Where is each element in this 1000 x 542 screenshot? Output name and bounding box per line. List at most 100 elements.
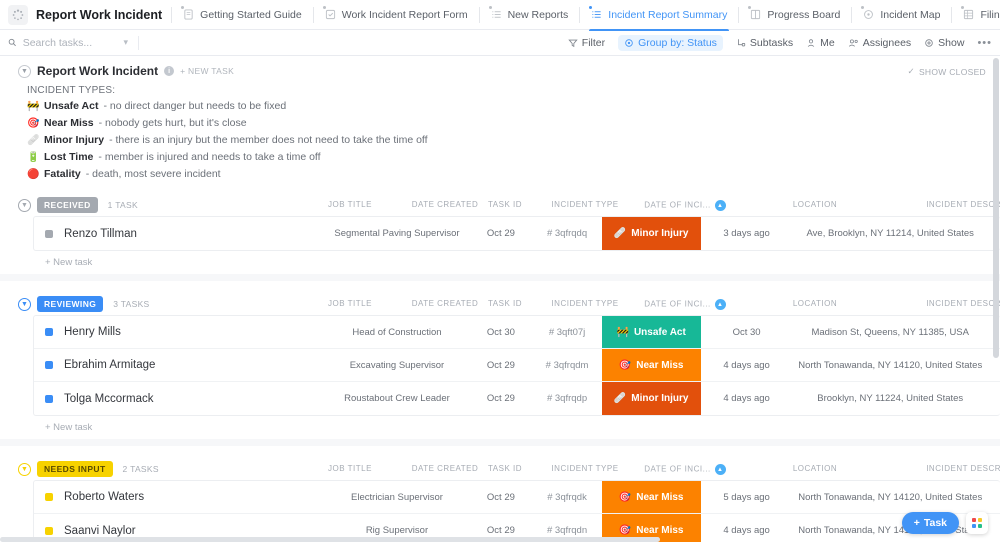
- location-cell[interactable]: North Tonawanda, NY 14120, United States: [792, 349, 988, 381]
- incident-type-cell[interactable]: 🎯 Near Miss: [601, 349, 701, 381]
- incident-type-badge[interactable]: 🎯 Near Miss: [601, 481, 701, 513]
- table-row[interactable]: Renzo Tillman Segmental Paving Supervisor…: [34, 217, 1000, 250]
- tab-getting-started-guide[interactable]: Getting Started Guide: [181, 0, 304, 30]
- location-cell[interactable]: North Tonawanda, NY 14120, United States: [792, 481, 988, 513]
- more-options-button[interactable]: •••: [977, 37, 992, 49]
- show-closed-toggle[interactable]: ✓ SHOW CLOSED: [908, 66, 987, 77]
- incident-type-badge[interactable]: 🚧 Unsafe Act: [601, 316, 701, 348]
- new-task-button[interactable]: + NEW TASK: [180, 66, 234, 76]
- date-created-cell[interactable]: Oct 29: [469, 217, 532, 250]
- task-id-cell[interactable]: # 3qfrqdm: [533, 349, 602, 381]
- table-row[interactable]: Henry Mills Head of Construction Oct 30 # 3…: [34, 316, 1000, 349]
- job-title-cell[interactable]: Excavating Supervisor: [325, 349, 470, 381]
- task-name-cell[interactable]: Tolga Mccormack: [34, 382, 325, 415]
- status-indicator[interactable]: [45, 526, 53, 535]
- task-id-cell[interactable]: # 3qfrqdk: [533, 481, 602, 513]
- task-id-cell[interactable]: # 3qfrqdq: [533, 217, 602, 250]
- column-header-date-of-incident[interactable]: DATE OF INCI... ▲: [630, 200, 740, 211]
- table-row[interactable]: Tolga Mccormack Roustabout Crew Leader Oct…: [34, 382, 1000, 415]
- job-title-cell[interactable]: Roustabout Crew Leader: [325, 382, 470, 415]
- group-by-status-button[interactable]: Group by: Status: [618, 34, 723, 51]
- location-cell[interactable]: Brooklyn, NY 11224, United States: [792, 382, 988, 415]
- incident-type-cell[interactable]: 🎯 Near Miss: [601, 481, 701, 513]
- table-row[interactable]: Ebrahim Armitage Excavating Supervisor Oct…: [34, 349, 1000, 382]
- status-indicator[interactable]: [45, 394, 53, 403]
- tab-incident-map[interactable]: Incident Map: [861, 0, 942, 30]
- column-header-location[interactable]: LOCATION: [725, 464, 905, 473]
- new-task-row[interactable]: + New task: [0, 251, 1000, 268]
- location-cell[interactable]: Madison St, Queens, NY 11385, USA: [792, 316, 988, 348]
- show-button[interactable]: Show: [924, 37, 964, 49]
- search-input[interactable]: [22, 36, 118, 49]
- job-title-cell[interactable]: Electrician Supervisor: [325, 481, 470, 513]
- group-collapse-icon[interactable]: ▼: [18, 198, 31, 212]
- date-of-incident-cell[interactable]: 3 days ago: [701, 217, 793, 250]
- task-name-cell[interactable]: Henry Mills: [34, 316, 325, 348]
- group-status-badge[interactable]: REVIEWING: [37, 296, 104, 312]
- scrollbar-thumb[interactable]: [0, 537, 660, 542]
- date-of-incident-cell[interactable]: 4 days ago: [701, 382, 793, 415]
- date-of-incident-cell[interactable]: 4 days ago: [701, 349, 793, 381]
- column-header-date-of-incident[interactable]: DATE OF INCI... ▲: [630, 299, 740, 310]
- incident-type-badge[interactable]: 🩹 Minor Injury: [601, 382, 701, 415]
- vertical-scrollbar[interactable]: [993, 56, 999, 542]
- incident-type-cell[interactable]: 🩹 Minor Injury: [601, 217, 701, 250]
- column-header-incident-description[interactable]: INCIDENT DESCRI: [905, 299, 1000, 308]
- job-title-cell[interactable]: Head of Construction: [325, 316, 470, 348]
- column-header-incident-type[interactable]: INCIDENT TYPE: [530, 200, 640, 209]
- date-created-cell[interactable]: Oct 29: [469, 481, 532, 513]
- task-group: ▼ RECEIVED 1 TASK JOB TITLE DATE CREATED TASK…: [0, 194, 1000, 268]
- status-indicator[interactable]: [45, 493, 53, 501]
- filter-button[interactable]: Filter: [568, 37, 605, 49]
- tab-progress-board[interactable]: Progress Board: [748, 0, 842, 30]
- date-created-cell[interactable]: Oct 30: [469, 316, 532, 348]
- status-indicator[interactable]: [45, 328, 53, 336]
- table-row[interactable]: Roberto Waters Electrician Supervisor Oct …: [34, 481, 1000, 514]
- job-title-cell[interactable]: Segmental Paving Supervisor: [325, 217, 470, 250]
- task-id-cell[interactable]: # 3qfrqdp: [533, 382, 602, 415]
- add-task-fab[interactable]: + Task: [901, 512, 959, 534]
- column-header-incident-type[interactable]: INCIDENT TYPE: [530, 464, 640, 473]
- group-status-badge[interactable]: RECEIVED: [37, 197, 98, 213]
- column-header-incident-description[interactable]: INCIDENT DESCRI: [905, 464, 1000, 473]
- assignees-button[interactable]: Assignees: [848, 37, 911, 49]
- chevron-down-icon[interactable]: ▾: [123, 37, 128, 48]
- new-task-row[interactable]: + New task: [0, 416, 1000, 433]
- group-task-count: 3 TASKS: [113, 299, 150, 309]
- incident-type-badge[interactable]: 🎯 Near Miss: [601, 349, 701, 381]
- search-box[interactable]: ▾: [8, 36, 128, 49]
- scrollbar-thumb[interactable]: [993, 58, 999, 358]
- tab-filing-system[interactable]: Filing System: [961, 0, 1000, 30]
- incident-type-cell[interactable]: 🩹 Minor Injury: [601, 382, 701, 415]
- task-id-cell[interactable]: # 3qft07j: [533, 316, 602, 348]
- tab-new-reports[interactable]: New Reports: [488, 0, 571, 30]
- horizontal-scrollbar[interactable]: [0, 537, 1000, 542]
- task-name-cell[interactable]: Renzo Tillman: [34, 217, 325, 250]
- group-collapse-icon[interactable]: ▼: [18, 462, 31, 476]
- task-name-cell[interactable]: Roberto Waters: [34, 481, 325, 513]
- tab-incident-report-summary[interactable]: Incident Report Summary: [589, 0, 730, 31]
- column-header-incident-description[interactable]: INCIDENT DESCRI: [905, 200, 1000, 209]
- date-of-incident-cell[interactable]: Oct 30: [701, 316, 793, 348]
- me-button[interactable]: Me: [806, 37, 835, 49]
- column-header-date-of-incident[interactable]: DATE OF INCI... ▲: [630, 464, 740, 475]
- date-of-incident-cell[interactable]: 5 days ago: [701, 481, 793, 513]
- column-header-incident-type[interactable]: INCIDENT TYPE: [530, 299, 640, 308]
- status-indicator[interactable]: [45, 361, 53, 369]
- apps-grid-icon[interactable]: [966, 512, 988, 534]
- group-status-badge[interactable]: NEEDS INPUT: [37, 461, 113, 477]
- tab-work-incident-report-form[interactable]: Work Incident Report Form: [322, 0, 470, 30]
- collapse-icon[interactable]: ▼: [18, 64, 31, 78]
- incident-type-cell[interactable]: 🚧 Unsafe Act: [601, 316, 701, 348]
- task-name-cell[interactable]: Ebrahim Armitage: [34, 349, 325, 381]
- status-indicator[interactable]: [45, 229, 53, 238]
- column-header-location[interactable]: LOCATION: [725, 200, 905, 209]
- column-header-location[interactable]: LOCATION: [725, 299, 905, 308]
- location-cell[interactable]: Ave, Brooklyn, NY 11214, United States: [792, 217, 988, 250]
- date-created-cell[interactable]: Oct 29: [469, 382, 532, 415]
- subtasks-button[interactable]: Subtasks: [736, 37, 793, 49]
- info-icon[interactable]: i: [164, 66, 175, 76]
- incident-type-badge[interactable]: 🩹 Minor Injury: [601, 217, 701, 250]
- group-collapse-icon[interactable]: ▼: [18, 297, 31, 311]
- date-created-cell[interactable]: Oct 29: [469, 349, 532, 381]
